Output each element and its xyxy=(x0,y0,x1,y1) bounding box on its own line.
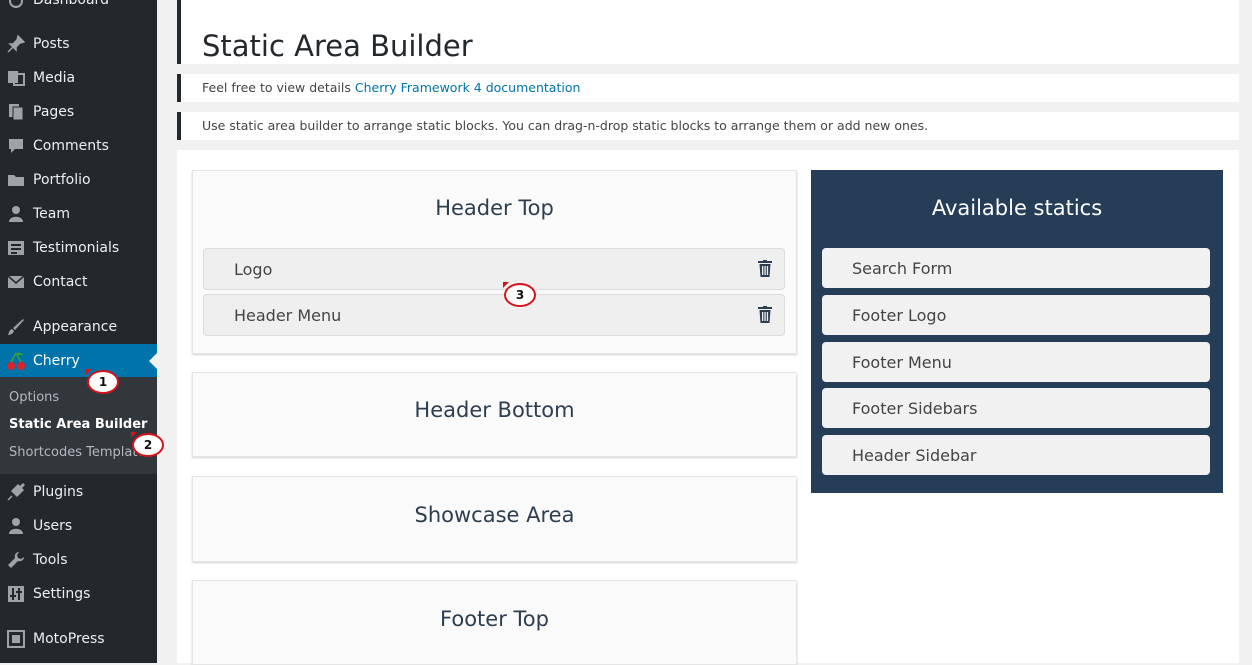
sidebar-item-cherry[interactable]: Cherry xyxy=(0,344,157,378)
media-icon xyxy=(6,68,26,88)
sidebar-item-users[interactable]: Users xyxy=(0,509,157,543)
area-footer-top[interactable]: Footer Top xyxy=(192,580,797,665)
sidebar-item-pages[interactable]: Pages xyxy=(0,95,157,129)
sidebar-item-testimonials[interactable]: Testimonials xyxy=(0,231,157,265)
sidebar-item-team[interactable]: Team xyxy=(0,197,157,231)
instructions-notice-text: Use static area builder to arrange stati… xyxy=(202,118,929,133)
admin-sidebar: Dashboard Posts Media Pages Comments Por… xyxy=(0,0,157,663)
callout-marker-3: 3 xyxy=(503,282,536,307)
sidebar-item-dashboard[interactable]: Dashboard xyxy=(0,0,157,17)
sidebar-item-comments[interactable]: Comments xyxy=(0,129,157,163)
comment-icon xyxy=(6,136,26,156)
available-item-footer-logo[interactable]: Footer Logo xyxy=(822,295,1210,335)
submenu-item-static-area-builder[interactable]: Static Area Builder xyxy=(9,417,147,432)
sidebar-item-appearance[interactable]: Appearance xyxy=(0,310,157,344)
available-item-header-sidebar[interactable]: Header Sidebar xyxy=(822,435,1210,475)
wrench-icon xyxy=(6,550,26,570)
active-menu-arrow xyxy=(149,353,157,369)
area-title: Showcase Area xyxy=(414,503,575,527)
static-item-header-menu[interactable]: Header Menu xyxy=(203,294,785,336)
list-icon xyxy=(6,238,26,258)
trash-icon[interactable] xyxy=(758,306,772,323)
motopress-icon xyxy=(6,629,26,649)
sidebar-item-media[interactable]: Media xyxy=(0,61,157,95)
pin-icon xyxy=(6,34,26,54)
area-title: Header Top xyxy=(435,196,554,220)
available-item-search-form[interactable]: Search Form xyxy=(822,248,1210,288)
sliders-icon xyxy=(6,584,26,604)
documentation-link[interactable]: Cherry Framework 4 documentation xyxy=(355,80,581,95)
submenu-item-options[interactable]: Options xyxy=(9,390,59,405)
person-icon xyxy=(6,204,26,224)
submenu-item-shortcodes-templater[interactable]: Shortcodes Templater xyxy=(9,445,151,460)
available-item-footer-sidebars[interactable]: Footer Sidebars xyxy=(822,388,1210,428)
sidebar-item-portfolio[interactable]: Portfolio xyxy=(0,163,157,197)
plug-icon xyxy=(6,482,26,502)
pages-icon xyxy=(6,102,26,122)
callout-marker-1: 1 xyxy=(86,369,119,394)
callout-marker-2: 2 xyxy=(131,432,164,457)
sidebar-item-contact[interactable]: Contact xyxy=(0,265,157,299)
sidebar-item-plugins[interactable]: Plugins xyxy=(0,475,157,509)
sidebar-item-motopress[interactable]: MotoPress xyxy=(0,622,157,656)
area-title: Header Bottom xyxy=(414,398,575,422)
envelope-icon xyxy=(6,272,26,292)
page-title: Static Area Builder xyxy=(202,29,473,64)
static-item-logo[interactable]: Logo xyxy=(203,248,785,290)
cherry-icon xyxy=(6,351,26,371)
dashboard-icon xyxy=(6,0,26,10)
area-header-bottom[interactable]: Header Bottom xyxy=(192,372,797,457)
brush-icon xyxy=(6,317,26,337)
trash-icon[interactable] xyxy=(758,260,772,277)
area-title: Footer Top xyxy=(440,607,549,631)
sidebar-item-tools[interactable]: Tools xyxy=(0,543,157,577)
folder-icon xyxy=(6,170,26,190)
available-statics-panel: Available statics Search Form Footer Log… xyxy=(811,170,1223,493)
sidebar-item-settings[interactable]: Settings xyxy=(0,577,157,611)
user-icon xyxy=(6,516,26,536)
documentation-notice-text: Feel free to view details Cherry Framewo… xyxy=(202,80,581,95)
area-showcase[interactable]: Showcase Area xyxy=(192,476,797,562)
cherry-submenu: Options Static Area Builder Shortcodes T… xyxy=(0,377,157,474)
available-item-footer-menu[interactable]: Footer Menu xyxy=(822,342,1210,382)
available-statics-title: Available statics xyxy=(931,196,1103,220)
sidebar-item-posts[interactable]: Posts xyxy=(0,27,157,61)
